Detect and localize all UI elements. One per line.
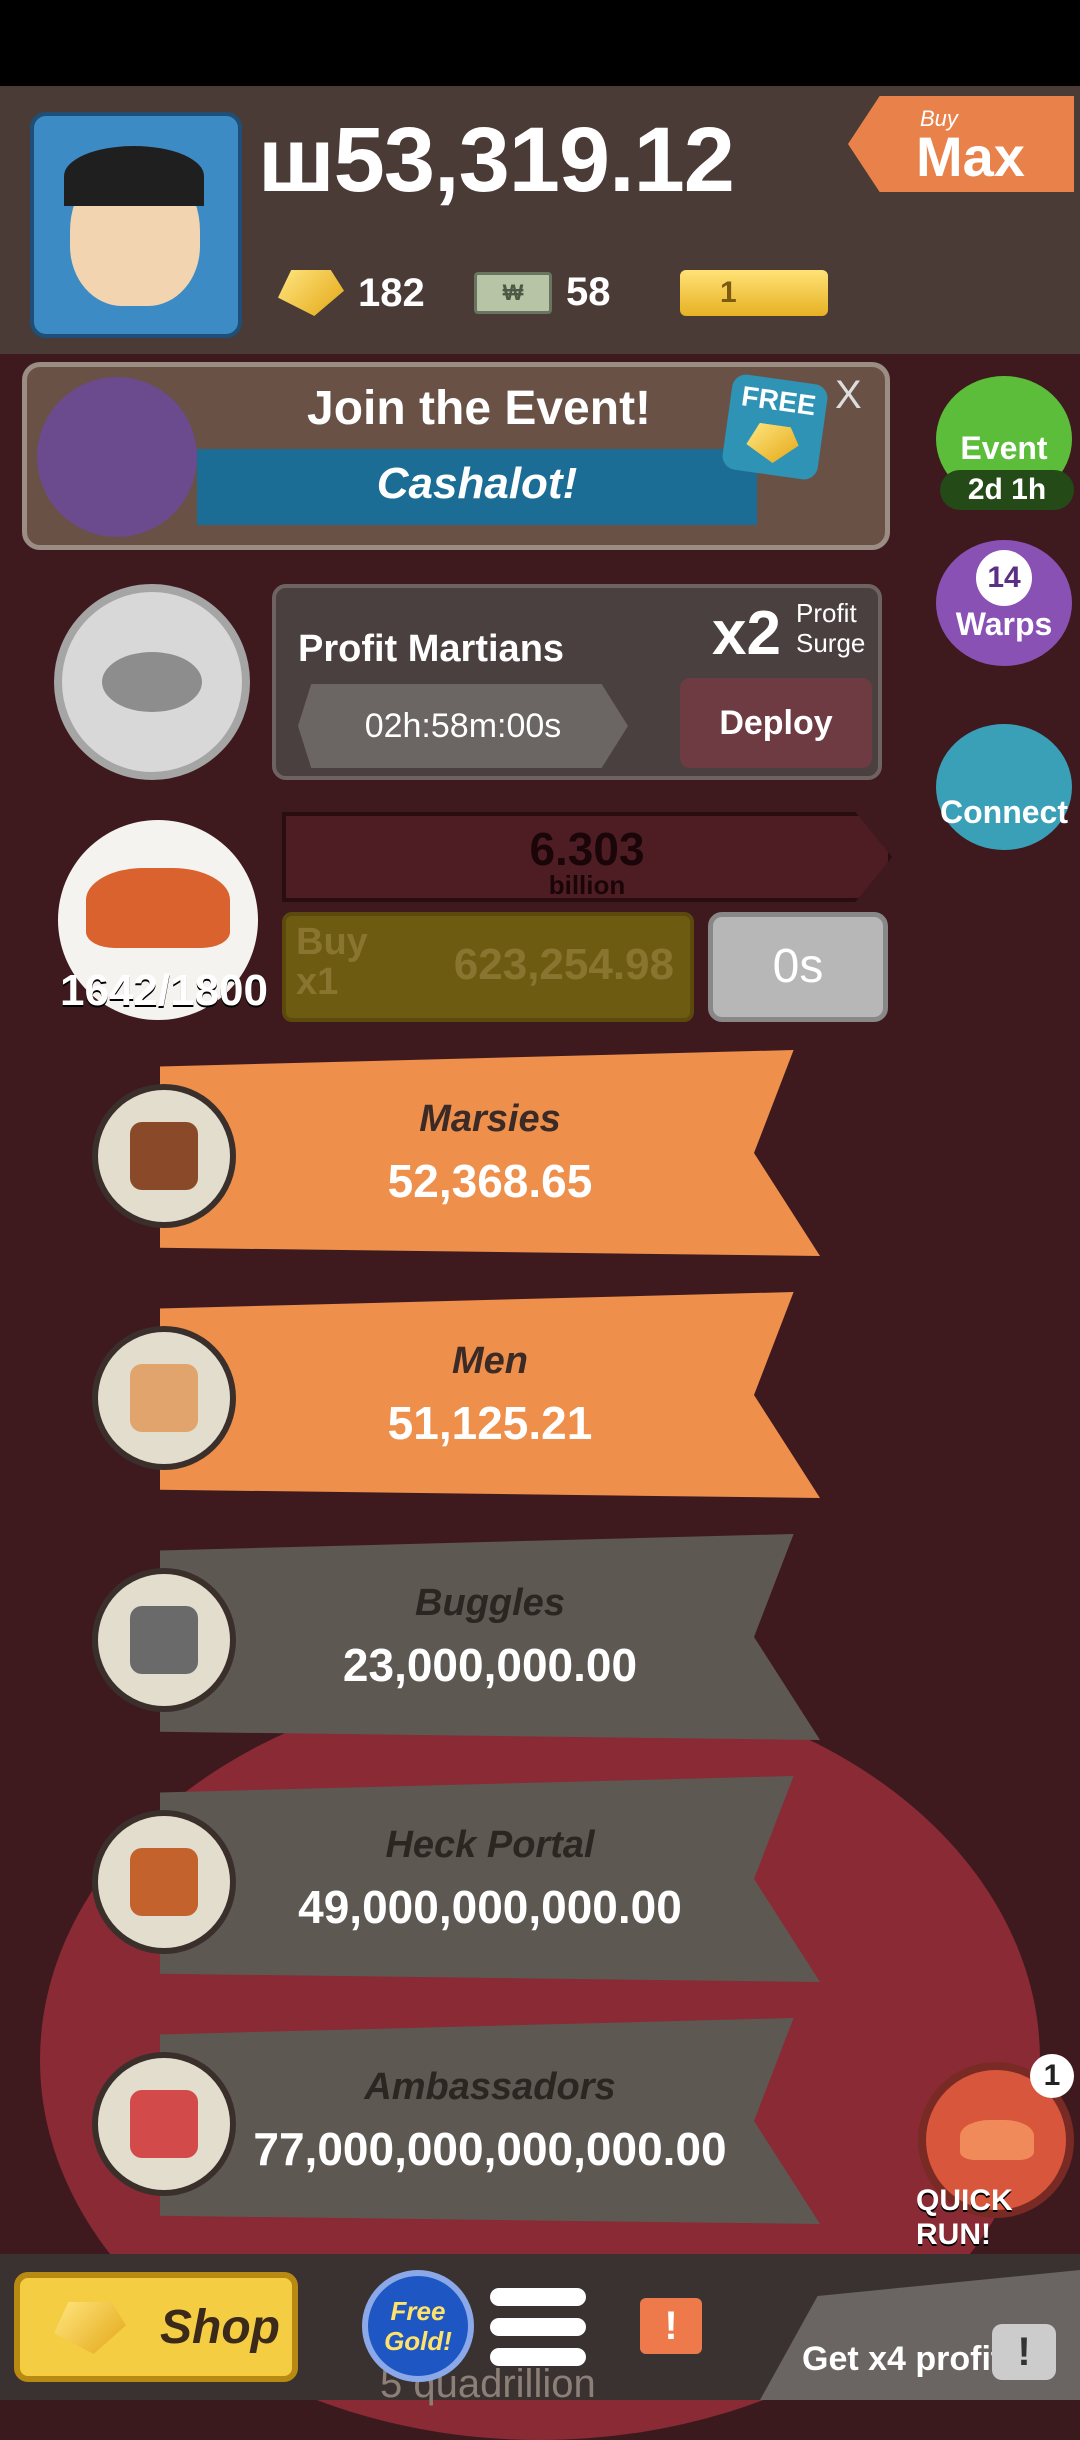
portal-icon [130,1848,198,1916]
ticket-count: 1 [720,276,737,309]
manager-row[interactable]: Buggles 23,000,000.00 [160,1534,820,1740]
buy-cost: 623,254.98 [453,940,674,989]
buy-x1-button[interactable]: Buy x1 623,254.98 [282,912,694,1022]
event-button-label: Event [960,430,1048,466]
jester-character [37,377,197,537]
skull-icon [130,1606,198,1674]
deploy-button[interactable]: Deploy [680,678,872,768]
progress-unit: billion [548,870,626,900]
surge-line-1: Profit [796,598,857,628]
man-face-icon [130,1364,198,1432]
manager-value: 49,000,000,000.00 [298,1881,682,1933]
profit-martians-title: Profit Martians [298,628,565,670]
event-timer: 2d 1h [940,470,1074,510]
manager-icon-circle[interactable] [92,1326,236,1470]
gold-counter: 182 [278,270,425,316]
connect-label: Connect [940,794,1068,830]
manager-row[interactable]: Heck Portal 49,000,000,000.00 [160,1776,820,1982]
mars-rock-icon [86,868,230,948]
progress-value: 6.303 [529,823,645,875]
ambassador-icon [130,2090,198,2158]
event-title: Join the Event! [307,382,652,435]
manager-row[interactable]: Men 51,125.21 [160,1292,820,1498]
manager-value: 23,000,000.00 [342,1639,638,1691]
profit-multiplier: x2 [712,599,781,668]
manager-icon-circle[interactable] [92,1568,236,1712]
manager-name: Ambassadors [364,2066,616,2108]
bill-icon: ₩ [474,271,552,314]
mars-rock-icon [960,2120,1034,2160]
profit-surge-label: Profit Surge [796,598,865,658]
buy-max-button[interactable]: Buy Max [848,96,1074,192]
manager-name: Buggles [415,1582,565,1624]
menu-icon [490,2318,586,2336]
manager-row[interactable]: Marsies 52,368.65 [160,1050,820,1256]
manager-icon-circle[interactable] [92,1810,236,1954]
free-gold-line-1: Free [390,2296,446,2326]
quick-run-badge: 1 [1030,2054,1074,2098]
warps-button[interactable]: 14 Warps [936,540,1072,666]
manager-value: 52,368.65 [387,1155,593,1207]
manager-icon-circle[interactable] [92,2052,236,2196]
manager-name: Men [452,1340,528,1382]
manager-name: Heck Portal [385,1824,595,1866]
gold-count: 182 [358,270,425,315]
menu-icon [490,2348,586,2366]
free-gold-button[interactable]: Free Gold! [362,2270,474,2382]
menu-button[interactable] [490,2284,586,2370]
status-bar [0,0,1080,86]
manager-icon-circle[interactable] [92,1084,236,1228]
ticket-counter[interactable]: 1 [680,270,828,316]
warps-count: 14 [976,550,1032,606]
manager-value: 77,000,000,000,000.00 [253,2123,727,2175]
progress-bar: 6.303 billion [282,812,892,902]
surge-line-2: Surge [796,628,866,658]
connect-button[interactable]: Connect [936,724,1072,850]
chocolate-bar-icon [130,1122,198,1190]
timer-button[interactable]: 0s [708,912,888,1022]
buy-label-line-1: Buy [296,921,368,963]
event-banner[interactable]: Cashalot! Join the Event! FREE X [22,362,890,550]
event-subtitle-strip: Cashalot! [197,449,757,525]
free-badge-label: FREE [739,380,818,422]
gold-icon [744,421,801,466]
player-avatar[interactable] [30,112,242,338]
buy-max-label: Max [916,125,1025,188]
profit-martians-panel: Profit Martians x2 Profit Surge 02h:58m:… [272,584,882,780]
manager-value: 51,125.21 [387,1397,593,1449]
warps-label: Warps [955,606,1053,642]
ufo-icon[interactable] [54,584,250,780]
gold-icon [278,270,344,316]
manager-row[interactable]: Ambassadors 77,000,000,000,000.00 [160,2018,820,2224]
buy-x1-label: Buy x1 [296,922,368,1002]
money-display: ш53,319.12 [258,109,735,211]
ticket-icon: 1 [680,270,828,316]
event-subtitle: Cashalot! [376,459,578,508]
tv-icon: ! [992,2324,1056,2380]
free-gold-line-2: Gold! [384,2326,452,2356]
buy-label-line-2: x1 [296,961,339,1003]
alert-button[interactable]: ! [640,2298,702,2354]
manager-name: Marsies [419,1098,561,1140]
profit-martians-timer: 02h:58m:00s [298,684,628,768]
shop-button[interactable]: Shop [14,2272,298,2382]
shop-label: Shop [160,2301,280,2354]
bill-counter: ₩ 58 [474,270,611,315]
gold-icon [54,2302,126,2354]
bill-count: 58 [566,270,611,314]
free-badge: FREE [720,372,830,482]
quick-run-label: QUICK RUN! [916,2184,1013,2251]
close-icon[interactable]: X [835,373,862,418]
resource-count: 1642/1800 [60,966,268,1015]
menu-icon [490,2288,586,2306]
x4-profit-label: Get x4 profit! [802,2340,1014,2378]
